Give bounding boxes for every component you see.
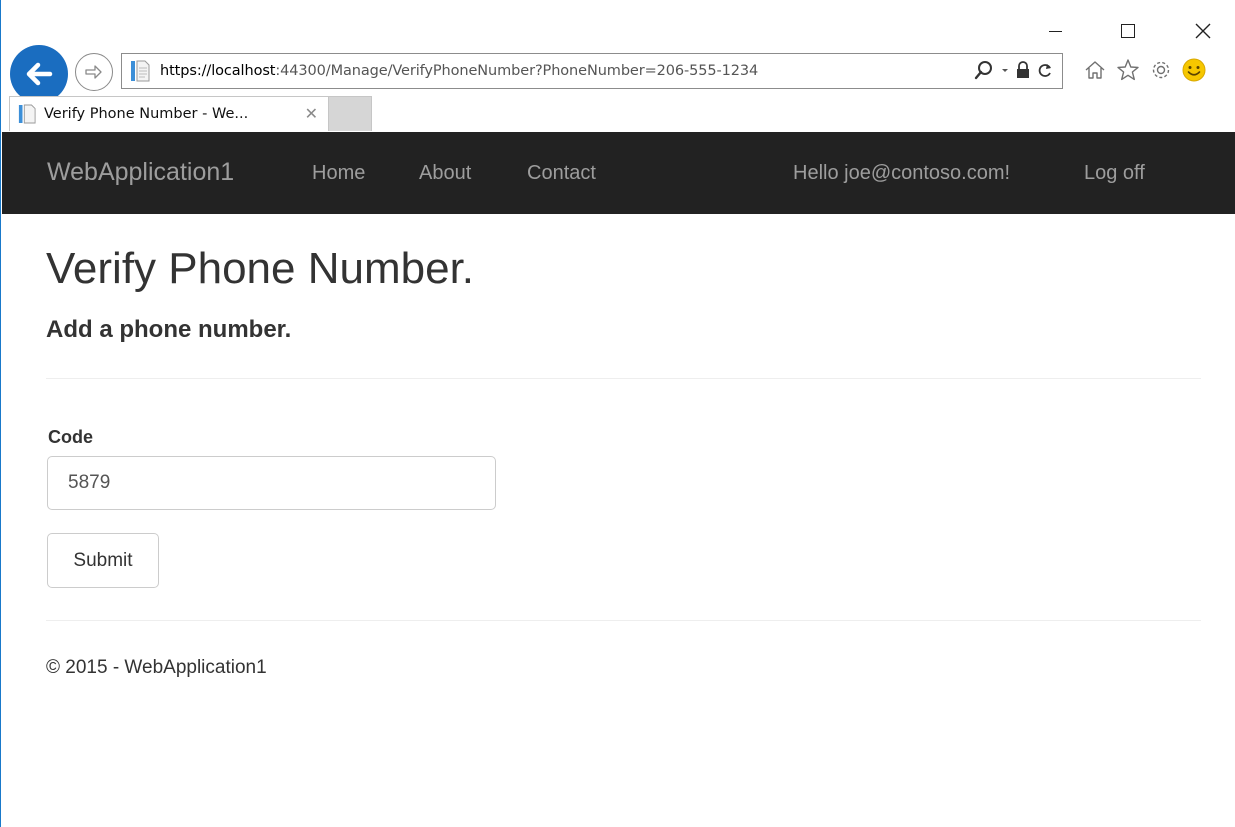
back-arrow-icon: [26, 62, 53, 86]
search-dropdown-icon[interactable]: [1000, 59, 1010, 86]
tab-verify-phone[interactable]: Verify Phone Number - We... ✕: [9, 96, 329, 131]
code-input[interactable]: [47, 456, 496, 510]
address-bar[interactable]: https://localhost:44300/Manage/VerifyPho…: [121, 53, 1063, 89]
footer-copyright: © 2015 - WebApplication1: [46, 657, 267, 678]
close-icon: [1195, 23, 1211, 39]
nav-about-link[interactable]: About: [419, 162, 471, 185]
search-icon[interactable]: [973, 59, 995, 86]
home-icon[interactable]: [1082, 57, 1108, 83]
minimize-button[interactable]: [1032, 14, 1078, 48]
refresh-icon[interactable]: [1036, 59, 1054, 86]
forward-arrow-icon: [85, 65, 102, 79]
page-subtitle: Add a phone number.: [46, 316, 292, 343]
settings-gear-icon[interactable]: [1148, 57, 1174, 83]
browser-window: https://localhost:44300/Manage/VerifyPho…: [0, 0, 1235, 827]
page-icon: [130, 59, 150, 83]
brand-link[interactable]: WebApplication1: [47, 158, 234, 187]
url-host: localhost: [211, 63, 276, 79]
address-url: https://localhost:44300/Manage/VerifyPho…: [160, 63, 758, 79]
favorites-star-icon[interactable]: [1115, 57, 1141, 83]
code-label: Code: [48, 427, 93, 447]
tab-title: Verify Phone Number - We...: [44, 106, 249, 122]
tab-close-icon[interactable]: ✕: [305, 104, 318, 123]
tab-page-icon: [18, 103, 36, 125]
smiley-feedback-icon[interactable]: [1181, 57, 1207, 83]
footer-divider: [46, 620, 1201, 621]
nav-contact-link[interactable]: Contact: [527, 162, 596, 185]
logoff-link[interactable]: Log off: [1084, 162, 1145, 185]
close-window-button[interactable]: [1180, 14, 1226, 48]
page-title: Verify Phone Number.: [46, 244, 475, 293]
new-tab-button[interactable]: [328, 96, 372, 131]
url-scheme: https://: [160, 63, 212, 79]
nav-home-link[interactable]: Home: [312, 162, 365, 185]
minimize-icon: [1048, 30, 1062, 32]
forward-button[interactable]: [75, 53, 113, 91]
divider: [46, 378, 1201, 379]
submit-button[interactable]: Submit: [47, 533, 159, 588]
back-button[interactable]: [10, 45, 68, 103]
maximize-icon: [1121, 24, 1135, 38]
maximize-button[interactable]: [1105, 14, 1151, 48]
user-greeting-link[interactable]: Hello joe@contoso.com!: [793, 162, 1010, 185]
lock-icon[interactable]: [1015, 59, 1031, 86]
url-path: :44300/Manage/VerifyPhoneNumber?PhoneNum…: [275, 63, 759, 79]
site-navbar: WebApplication1 Home About Contact Hello…: [2, 132, 1235, 214]
